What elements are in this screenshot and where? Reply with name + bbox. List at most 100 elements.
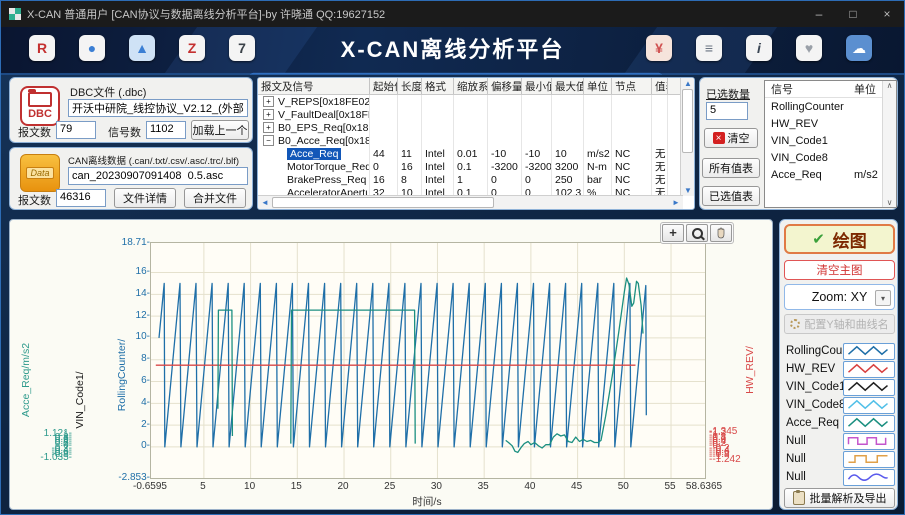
column-header-3[interactable]: 格式 (422, 78, 454, 94)
dbc-sig-count-label: 信号数 (108, 124, 141, 140)
column-header-9[interactable]: 节点 (612, 78, 652, 94)
message-name: B0_Acce_Req[0x18F103E (278, 135, 369, 147)
dbc-file-input[interactable] (68, 99, 248, 117)
x-tick-label: 58.6365 (676, 481, 732, 492)
crosshair-tool-button[interactable]: + (662, 224, 684, 242)
list-scrollbar[interactable]: ∧∨ (882, 81, 896, 207)
donate-icon[interactable]: ♥ (796, 35, 822, 61)
table-row[interactable]: MotorTorque_Req016Intel0.1-3200-32003200… (258, 160, 694, 173)
draw-button[interactable]: ✔ 绘图 (784, 224, 895, 254)
zoom-tool-button[interactable] (686, 224, 708, 242)
chart-svg (151, 243, 705, 478)
legend-curve-icon[interactable] (843, 361, 895, 378)
batch-export-label: 批量解析及导出 (810, 490, 887, 506)
can-file-input[interactable] (68, 167, 248, 185)
table-row[interactable]: +B0_EPS_Req[0x18F101B0 (258, 121, 694, 134)
maximize-button[interactable]: □ (836, 1, 870, 27)
tree-expander-icon[interactable]: + (263, 109, 274, 120)
tick-label: 18.71- (122, 237, 150, 248)
cell: 250 (552, 173, 584, 186)
magnifier-icon (692, 228, 703, 239)
cell (488, 95, 522, 108)
tick-label: 14- (136, 288, 150, 299)
table-row[interactable]: +V_FaultDeal[0x18FE34AC (258, 108, 694, 121)
chevron-down-icon[interactable]: ▾ (875, 290, 891, 306)
clear-selection-button[interactable]: × 清空 (704, 128, 758, 148)
load-previous-button[interactable]: 加载上一个 (191, 120, 249, 140)
dbc-sig-count: 1102 (146, 121, 186, 139)
file-detail-button[interactable]: 文件详情 (114, 188, 176, 208)
legend-curve-icon[interactable] (843, 343, 895, 360)
cell: NC (612, 147, 652, 160)
legend-curve-icon[interactable] (843, 451, 895, 468)
legend-row-null: Null (780, 468, 899, 486)
list-item[interactable]: RollingCounter (765, 98, 896, 115)
column-header-2[interactable]: 长度 (398, 78, 422, 94)
cell: NC (612, 173, 652, 186)
chart-panel: Acce_Req/m/s2 VIN_Code1/ RollingCounter/… (9, 219, 773, 510)
clear-main-plot-button[interactable]: 清空主图 (784, 260, 895, 280)
tree-expander-icon[interactable]: − (263, 135, 274, 146)
payment-icon[interactable]: ¥ (646, 35, 672, 61)
cell (652, 134, 668, 147)
cell (584, 95, 612, 108)
list-icon[interactable]: ≡ (696, 35, 722, 61)
column-header-7[interactable]: 最大值 (552, 78, 584, 94)
batch-export-button[interactable]: 批量解析及导出 (784, 488, 895, 508)
banner-frame (250, 68, 663, 75)
message-signal-cell: BrakePress_Req (258, 173, 370, 186)
table-row[interactable]: BrakePress_Req168Intel100250barNC无 (258, 173, 694, 186)
column-header-0[interactable]: 报文及信号 (258, 78, 370, 94)
legend-curve-icon[interactable] (843, 415, 895, 432)
cell (398, 95, 422, 108)
list-item[interactable]: VIN_Code1 (765, 132, 896, 149)
table-row[interactable]: +V_REPS[0x18FE02A0] (258, 95, 694, 108)
column-header-10[interactable]: 值表 (652, 78, 668, 94)
legend-curve-icon[interactable] (843, 433, 895, 450)
column-header-1[interactable]: 起始位 (370, 78, 398, 94)
list-item[interactable]: Acce_Reqm/s2 (765, 166, 896, 183)
legend-curve-icon[interactable] (843, 397, 895, 414)
table-row[interactable]: Acce_Req4411Intel0.01-10-1010m/s2NC无 (258, 147, 694, 160)
cell: 0.01 (454, 147, 488, 160)
plot-area[interactable] (150, 242, 706, 479)
dbc-file-icon[interactable]: DBC (20, 86, 60, 126)
close-button[interactable]: × (870, 1, 904, 27)
all-value-tables-button[interactable]: 所有值表 (702, 158, 760, 178)
list-item[interactable]: HW_REV (765, 115, 896, 132)
table-vertical-scrollbar[interactable]: ▲ ▼ (680, 78, 694, 196)
list-item[interactable]: VIN_Code8 (765, 149, 896, 166)
minimize-button[interactable]: – (802, 1, 836, 27)
info-icon[interactable]: i (746, 35, 772, 61)
legend-row-vin_code8: VIN_Code8 (780, 396, 899, 414)
clear-selection-label: 清空 (728, 130, 750, 146)
message-signal-cell: Acce_Req (258, 147, 370, 160)
x-axis-ticks: -0.659551015202530354045505558.6365 (150, 481, 704, 493)
selected-value-tables-button[interactable]: 已选值表 (702, 186, 760, 206)
table-row[interactable]: −B0_Acce_Req[0x18F103E (258, 134, 694, 147)
zoom-mode-select[interactable]: Zoom: XY ▾ (784, 284, 895, 310)
legend-curve-icon[interactable] (843, 469, 895, 486)
column-header-8[interactable]: 单位 (584, 78, 612, 94)
configure-axes-button[interactable]: 配置Y轴和曲线名 (784, 314, 895, 334)
column-header-5[interactable]: 偏移量 (488, 78, 522, 94)
tree-expander-icon[interactable]: + (263, 96, 274, 107)
merge-file-button[interactable]: 合并文件 (184, 188, 246, 208)
tick-label: 10- (136, 331, 150, 342)
cell: N-m (584, 160, 612, 173)
signal-name[interactable]: Acce_Req (287, 148, 341, 160)
tree-expander-icon[interactable]: + (263, 122, 274, 133)
legend-row-rollingcount: RollingCount (780, 342, 899, 360)
table-horizontal-scrollbar[interactable]: ◄ ► (258, 195, 683, 209)
signal-name[interactable]: MotorTorque_Req (287, 161, 369, 173)
column-header-4[interactable]: 缩放系数 (454, 78, 488, 94)
cloud-icon[interactable]: ☁ (846, 35, 872, 61)
can-data-icon[interactable]: Data (20, 154, 60, 192)
signal-name[interactable]: BrakePress_Req (287, 174, 366, 186)
app-window: X-CAN 普通用户 [CAN协议与数据离线分析平台]-by 许晓通 QQ:19… (0, 0, 905, 515)
column-header-6[interactable]: 最小值 (522, 78, 552, 94)
pan-tool-button[interactable] (710, 224, 732, 242)
legend-row-null: Null (780, 432, 899, 450)
cell: Intel (422, 173, 454, 186)
legend-curve-icon[interactable] (843, 379, 895, 396)
